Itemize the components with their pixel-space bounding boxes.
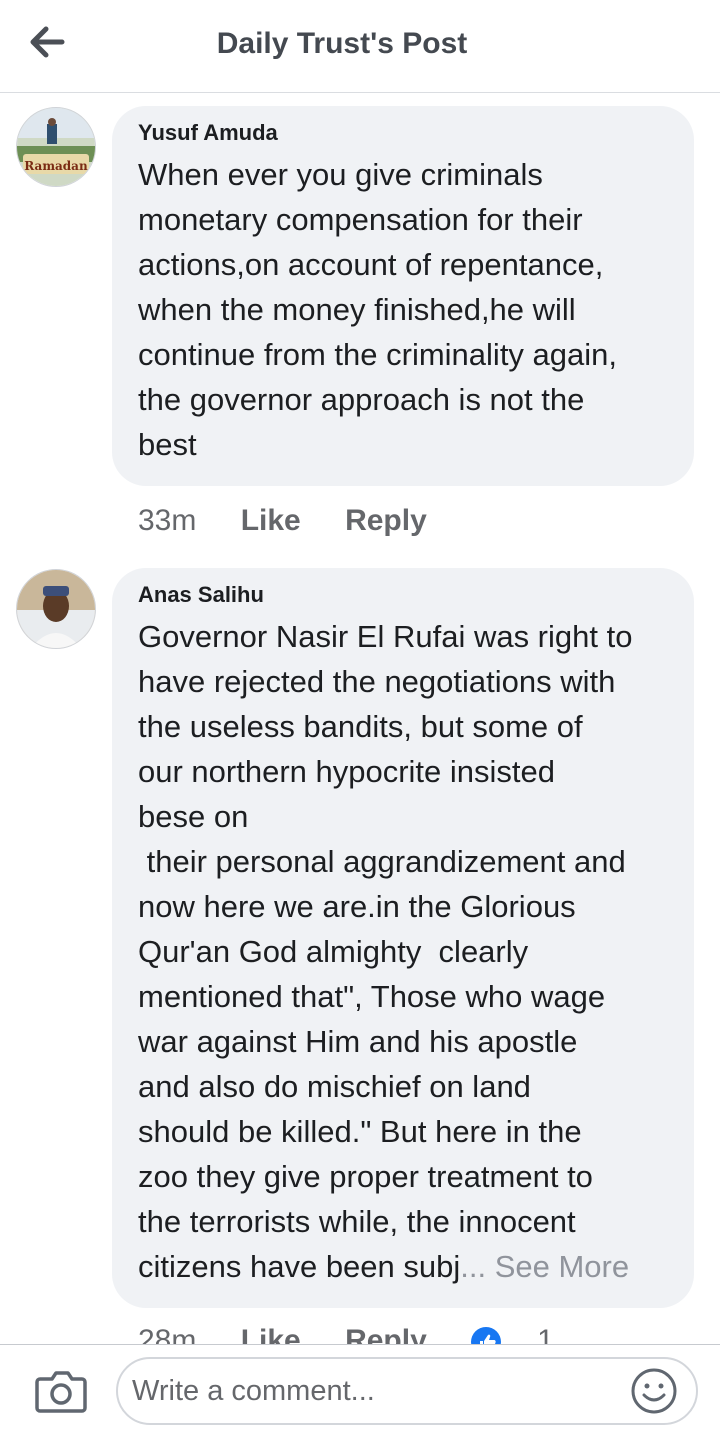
camera-icon bbox=[35, 1371, 87, 1413]
avatar[interactable]: Ramadan bbox=[16, 107, 96, 187]
see-more-link[interactable]: ... See More bbox=[460, 1249, 629, 1284]
comment-timestamp[interactable]: 33m bbox=[138, 504, 196, 538]
top-bar: Daily Trust's Post bbox=[0, 0, 720, 93]
comment-author[interactable]: Anas Salihu bbox=[138, 582, 668, 608]
page-title: Daily Trust's Post bbox=[216, 27, 468, 60]
comment-bubble: Anas Salihu Governor Nasir El Rufai was … bbox=[112, 568, 694, 1308]
camera-button[interactable] bbox=[34, 1367, 88, 1415]
emoji-button[interactable] bbox=[630, 1367, 678, 1415]
comment-input[interactable] bbox=[116, 1357, 698, 1425]
reply-button[interactable]: Reply bbox=[345, 504, 427, 538]
comment-text: Governor Nasir El Rufai was right to hav… bbox=[138, 619, 633, 1284]
comment-author[interactable]: Yusuf Amuda bbox=[138, 120, 668, 146]
smiley-icon bbox=[631, 1368, 677, 1414]
comment-actions: 33m Like Reply bbox=[138, 504, 463, 538]
comment-text: When ever you give criminals monetary co… bbox=[138, 157, 618, 462]
comment-composer bbox=[0, 1344, 720, 1438]
avatar[interactable] bbox=[16, 569, 96, 649]
avatar-label: Ramadan bbox=[24, 159, 88, 173]
like-button[interactable]: Like bbox=[241, 504, 301, 538]
comment-bubble: Yusuf Amuda When ever you give criminals… bbox=[112, 106, 694, 486]
